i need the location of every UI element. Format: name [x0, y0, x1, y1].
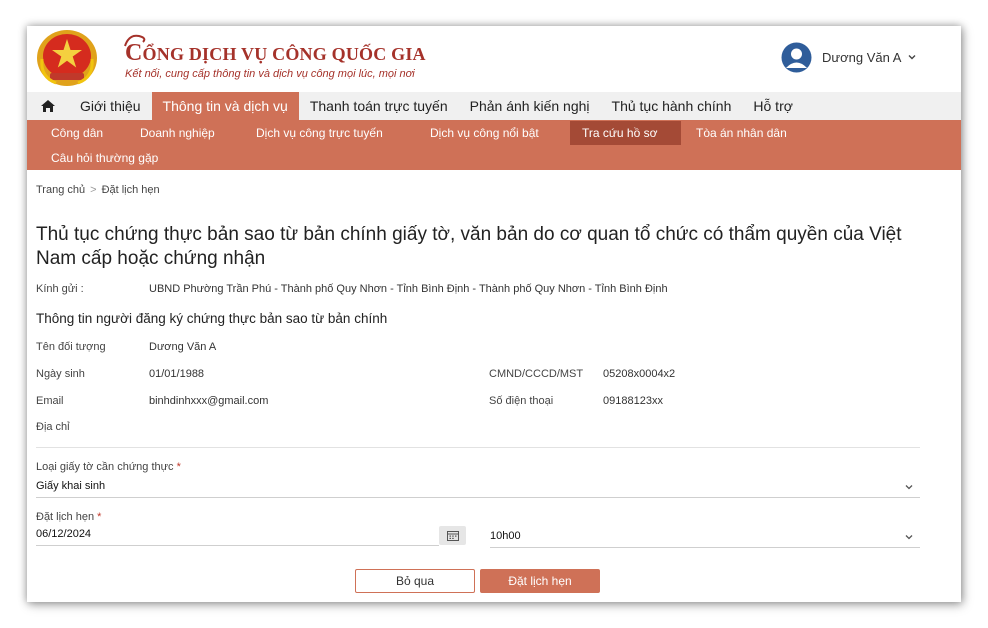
section-title: Thông tin người đăng ký chứng thực bản s… — [36, 311, 388, 326]
time-underline — [490, 547, 920, 548]
divider — [36, 447, 920, 448]
name-value: Dương Văn A — [149, 341, 217, 353]
subnav-item-doanh-nghiep[interactable]: Doanh nghiệp — [128, 121, 227, 145]
skip-button[interactable]: Bỏ qua — [355, 569, 475, 593]
appointment-label: Đặt lịch hẹn * — [36, 511, 101, 523]
nav-item-thanh-toan[interactable]: Thanh toán trực tuyến — [299, 92, 459, 120]
user-avatar-icon — [781, 42, 812, 72]
phone-value: 09188123xx — [603, 395, 663, 407]
subnav-item-cau-hoi[interactable]: Câu hỏi thường gặp — [39, 146, 170, 170]
nav-item-ho-tro[interactable]: Hỗ trợ — [742, 92, 804, 120]
brand-title-rest: ỔNG DỊCH VỤ CÔNG QUỐC GIA — [142, 44, 426, 64]
subnav-item-toa-an[interactable]: Tòa án nhân dân — [684, 121, 799, 145]
nav-item-thong-tin-dich-vu[interactable]: Thông tin và dịch vụ — [151, 92, 299, 120]
breadcrumb: Trang chủ > Đặt lịch hẹn — [36, 184, 160, 196]
time-select[interactable]: 10h00 — [490, 530, 521, 542]
dob-value: 01/01/1988 — [149, 368, 205, 380]
national-emblem-icon[interactable] — [36, 29, 98, 87]
subnav-item-dvc-truc-tuyen[interactable]: Dịch vụ công trực tuyến — [244, 121, 395, 145]
name-label: Tên đối tượng — [36, 341, 106, 353]
subnav-item-tra-cuu-ho-so[interactable]: Tra cứu hồ sơ — [570, 121, 681, 145]
book-appointment-button[interactable]: Đặt lịch hẹn — [480, 569, 600, 593]
nav-home[interactable] — [27, 92, 69, 120]
appointment-label-text: Đặt lịch hẹn — [36, 511, 95, 523]
brand-first-letter: C — [125, 40, 143, 66]
site-header: CỔNG DỊCH VỤ CÔNG QUỐC GIA Kết nối, cung… — [27, 26, 961, 92]
recipient-value: UBND Phường Trần Phú - Thành phố Quy Nhơ… — [149, 283, 668, 295]
breadcrumb-separator: > — [90, 184, 97, 196]
required-mark: * — [97, 511, 102, 523]
date-underline — [36, 545, 439, 546]
doc-type-select[interactable]: Giấy khai sinh — [36, 480, 105, 492]
calendar-icon — [446, 531, 459, 541]
breadcrumb-current: Đặt lịch hẹn — [101, 184, 160, 196]
chevron-down-icon[interactable] — [904, 483, 914, 491]
subnav-item-dvc-noi-bat[interactable]: Dịch vụ công nổi bật — [418, 121, 551, 145]
page-frame: CỔNG DỊCH VỤ CÔNG QUỐC GIA Kết nối, cung… — [27, 26, 961, 602]
main-nav: Giới thiệu Thông tin và dịch vụ Thanh to… — [27, 92, 961, 120]
email-value: binhdinhxxx@gmail.com — [149, 395, 269, 407]
nav-item-gioi-thieu[interactable]: Giới thiệu — [69, 92, 152, 120]
recipient-label: Kính gửi : — [36, 283, 84, 295]
doc-type-label-text: Loại giấy tờ cần chứng thực — [36, 461, 174, 473]
date-input[interactable]: 06/12/2024 — [36, 528, 91, 540]
page-title: Thủ tục chứng thực bản sao từ bản chính … — [36, 224, 902, 269]
chevron-down-icon — [908, 55, 916, 60]
brand-title[interactable]: CỔNG DỊCH VỤ CÔNG QUỐC GIA — [125, 40, 426, 67]
breadcrumb-home[interactable]: Trang chủ — [36, 184, 85, 196]
email-label: Email — [36, 395, 64, 407]
dob-label: Ngày sinh — [36, 368, 85, 380]
calendar-button[interactable] — [439, 526, 466, 545]
doc-type-label: Loại giấy tờ cần chứng thực * — [36, 461, 181, 473]
sub-nav: Công dân Doanh nghiệp Dịch vụ công trực … — [27, 120, 961, 170]
user-menu[interactable]: Dương Văn A — [781, 42, 917, 72]
address-label: Địa chỉ — [36, 421, 70, 433]
chevron-down-icon[interactable] — [904, 533, 914, 541]
id-label: CMND/CCCD/MST — [489, 368, 584, 380]
subnav-item-cong-dan[interactable]: Công dân — [39, 121, 115, 145]
home-icon — [41, 100, 55, 112]
doc-type-underline — [36, 497, 920, 498]
id-value: 05208x0004x2 — [603, 368, 676, 380]
user-name: Dương Văn A — [822, 49, 902, 65]
nav-item-thu-tuc[interactable]: Thủ tục hành chính — [601, 92, 743, 120]
phone-label: Số điện thoại — [489, 395, 554, 407]
required-mark: * — [176, 461, 181, 473]
brand-slogan: Kết nối, cung cấp thông tin và dịch vụ c… — [125, 68, 415, 80]
nav-item-phan-anh[interactable]: Phản ánh kiến nghị — [459, 92, 601, 120]
